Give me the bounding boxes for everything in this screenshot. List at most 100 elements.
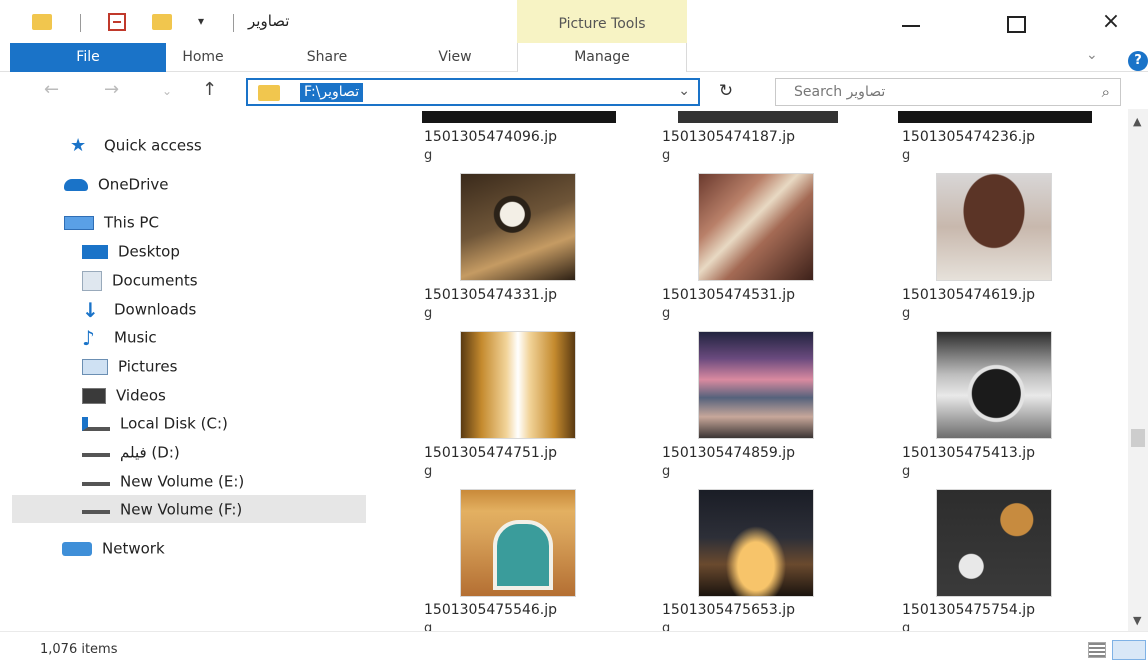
file-name[interactable]: 1501305475754.jp <box>902 602 1102 619</box>
thumbnail-partial[interactable] <box>898 111 1092 123</box>
tab-share[interactable]: Share <box>292 43 362 72</box>
large-icons-view-icon[interactable] <box>1112 640 1146 660</box>
sidebar-item-desktop[interactable]: Desktop <box>82 237 180 265</box>
file-name[interactable]: 1501305474236.jp <box>902 129 1102 146</box>
download-icon: ↓ <box>82 297 99 322</box>
file-name[interactable]: 1501305474859.jp <box>662 445 862 462</box>
file-thumbnail[interactable] <box>698 173 814 281</box>
file-name[interactable]: 1501305474096.jp <box>424 129 624 146</box>
back-arrow-icon[interactable]: ← <box>44 79 59 100</box>
file-name[interactable]: 1501305474187.jp <box>662 129 862 146</box>
ribbon-tabs: File Home Share View Manage ⌄ ? <box>0 43 1148 72</box>
file-name-wrap: g <box>902 148 911 163</box>
scrollbar-thumb[interactable] <box>1131 429 1145 447</box>
network-icon <box>62 541 92 556</box>
sidebar-item-downloads[interactable]: ↓ Downloads <box>82 295 196 323</box>
pictures-icon <box>82 358 108 375</box>
file-thumbnail[interactable] <box>936 331 1052 439</box>
refresh-icon[interactable]: ↻ <box>712 81 740 105</box>
folder-icon <box>258 85 280 101</box>
sidebar-item-videos[interactable]: Videos <box>82 381 166 409</box>
details-view-icon[interactable] <box>1088 642 1106 658</box>
toolbar-divider <box>233 14 234 32</box>
sidebar-item-drive-d[interactable]: فيلم (D:) <box>82 438 180 466</box>
recent-locations-chevron-icon[interactable]: ⌄ <box>162 84 172 98</box>
video-icon <box>82 387 106 404</box>
navigation-pane: ★ Quick access OneDrive This PC Desktop D… <box>0 109 380 631</box>
documents-icon <box>82 270 102 291</box>
star-icon: ★ <box>70 134 87 156</box>
up-arrow-icon[interactable]: ↑ <box>202 79 217 100</box>
tab-file[interactable]: File <box>10 43 166 72</box>
file-name-wrap: g <box>424 464 433 479</box>
file-name-wrap: g <box>424 306 433 321</box>
minimize-button[interactable] <box>896 8 926 36</box>
tab-home[interactable]: Home <box>168 43 238 72</box>
sidebar-item-documents[interactable]: Documents <box>82 266 198 294</box>
forward-arrow-icon[interactable]: → <box>104 79 119 100</box>
file-name[interactable]: 1501305475546.jp <box>424 602 624 619</box>
thumbnail-partial[interactable] <box>422 111 616 123</box>
music-icon: ♪ <box>82 325 95 350</box>
vertical-scrollbar[interactable]: ▲ ▼ <box>1128 109 1148 631</box>
file-name[interactable]: 1501305474331.jp <box>424 287 624 304</box>
properties-icon[interactable] <box>108 13 126 31</box>
file-thumbnail[interactable] <box>698 331 814 439</box>
help-icon[interactable]: ? <box>1128 51 1148 71</box>
window-title: تصاوير <box>248 12 290 30</box>
file-thumbnail[interactable] <box>460 331 576 439</box>
drive-icon <box>82 449 110 457</box>
file-name[interactable]: 1501305475653.jp <box>662 602 862 619</box>
sidebar-item-music[interactable]: ♪ Music <box>82 323 157 351</box>
item-count: 1,076 items <box>40 642 118 657</box>
expand-ribbon-chevron-icon[interactable]: ⌄ <box>1086 47 1098 63</box>
file-name-wrap: g <box>902 621 911 631</box>
file-name-wrap: g <box>662 148 671 163</box>
address-path[interactable]: F:\تصاوير <box>300 83 364 102</box>
file-name-wrap: g <box>662 306 671 321</box>
file-name[interactable]: 1501305474751.jp <box>424 445 624 462</box>
sidebar-item-network[interactable]: Network <box>62 534 165 562</box>
desktop-icon <box>82 244 108 259</box>
picture-tools-context-tab: Picture Tools <box>517 0 687 43</box>
scroll-up-icon[interactable]: ▲ <box>1133 115 1141 128</box>
maximize-button[interactable] <box>1000 8 1030 36</box>
address-dropdown-chevron-icon[interactable]: ⌄ <box>678 83 690 99</box>
sidebar-item-drive-f[interactable]: New Volume (F:) <box>12 495 366 523</box>
file-name-wrap: g <box>662 621 671 631</box>
sidebar-item-this-pc[interactable]: This PC <box>64 208 159 236</box>
address-bar[interactable]: F:\تصاوير ⌄ <box>246 78 700 106</box>
sidebar-item-onedrive[interactable]: OneDrive <box>64 170 169 198</box>
sidebar-item-pictures[interactable]: Pictures <box>82 352 177 380</box>
file-thumbnail[interactable] <box>936 489 1052 597</box>
tab-manage[interactable]: Manage <box>517 43 687 72</box>
thumbnail-partial[interactable] <box>678 111 838 123</box>
close-button[interactable]: × <box>1096 8 1126 36</box>
file-list: 1501305474096.jp g 1501305474187.jp g 15… <box>398 109 1128 631</box>
file-name-wrap: g <box>902 306 911 321</box>
sidebar-item-quick-access[interactable]: ★ Quick access <box>70 131 202 159</box>
local-disk-icon <box>82 416 110 431</box>
customize-quick-access-dropdown[interactable]: ▾ <box>198 14 204 28</box>
search-icon: ⌕ <box>1101 83 1110 101</box>
toolbar-divider <box>80 14 81 32</box>
search-input[interactable]: Search تصاوير ⌕ <box>775 78 1121 106</box>
file-thumbnail[interactable] <box>460 489 576 597</box>
file-name[interactable]: 1501305474619.jp <box>902 287 1102 304</box>
file-name[interactable]: 1501305474531.jp <box>662 287 862 304</box>
context-tab-label: Picture Tools <box>558 16 646 32</box>
sidebar-item-local-disk-c[interactable]: Local Disk (C:) <box>82 409 228 437</box>
file-thumbnail[interactable] <box>936 173 1052 281</box>
folder-icon[interactable] <box>32 14 52 30</box>
file-name-wrap: g <box>662 464 671 479</box>
new-folder-icon[interactable] <box>152 14 172 30</box>
file-name[interactable]: 1501305475413.jp <box>902 445 1102 462</box>
drive-icon <box>82 506 110 514</box>
file-thumbnail[interactable] <box>460 173 576 281</box>
drive-icon <box>82 478 110 486</box>
tab-view[interactable]: View <box>420 43 490 72</box>
scroll-down-icon[interactable]: ▼ <box>1133 614 1141 627</box>
sidebar-item-drive-e[interactable]: New Volume (E:) <box>82 467 244 495</box>
file-thumbnail[interactable] <box>698 489 814 597</box>
file-name-wrap: g <box>902 464 911 479</box>
